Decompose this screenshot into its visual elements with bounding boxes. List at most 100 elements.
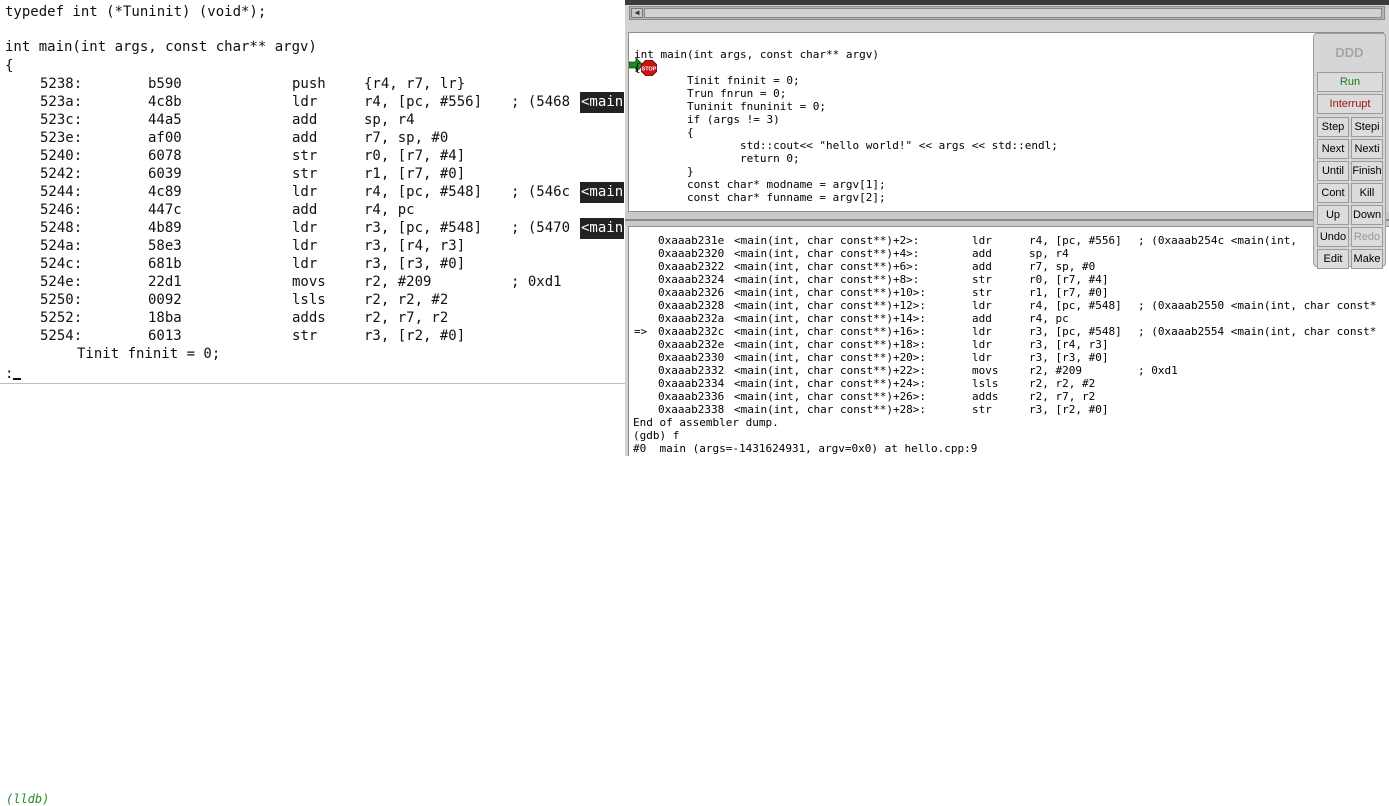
asm-addr: 0xaaab2338 bbox=[658, 403, 725, 416]
lldb-console[interactable]: (lldb) bbox=[0, 384, 625, 806]
step-button[interactable]: Step bbox=[1317, 117, 1349, 137]
asm-args: r4, [pc, #556] bbox=[1029, 234, 1122, 247]
horizontal-scrollbar[interactable]: ◀ bbox=[629, 6, 1385, 20]
machine-code-row: 0xaaab2338 <main(int, char const**)+28>: s… bbox=[632, 403, 1389, 416]
asm-args: r2, r2, #2 bbox=[1029, 377, 1096, 390]
terminal-prompt: : bbox=[5, 366, 14, 382]
asm-op: add bbox=[972, 312, 992, 325]
machine-code-row: 0xaaab2320 <main(int, char const**)+4>: ad… bbox=[632, 247, 1389, 260]
up-button[interactable]: Up bbox=[1317, 205, 1349, 225]
scrollbar-thumb[interactable] bbox=[644, 8, 1382, 18]
asm-func: <main(int, char const**)+18>: bbox=[734, 338, 927, 351]
asm-args: r1, [r7, #0] bbox=[1029, 286, 1109, 299]
asm-op: ldr bbox=[972, 338, 992, 351]
machine-code-and-console[interactable]: 0xaaab231e <main(int, char const**)+2>: ld… bbox=[628, 226, 1389, 456]
source-code-line: int main(int args, const char** argv) bbox=[634, 48, 880, 61]
asm-args: r4, [pc, #548] bbox=[1029, 299, 1122, 312]
asm-comment: ; 0xd1 bbox=[1138, 364, 1178, 377]
source-code-line: return 0; bbox=[634, 152, 800, 165]
machine-code-row: => 0xaaab232c <main(int, char const**)+16>… bbox=[632, 325, 1389, 338]
svg-text:STOP: STOP bbox=[642, 67, 657, 73]
source-code-line: Tinit fninit = 0; bbox=[634, 74, 800, 87]
asm-addr: 0xaaab232c bbox=[658, 325, 725, 338]
gdb-console-line: (gdb) f bbox=[633, 429, 680, 442]
asm-op: lsls bbox=[972, 377, 999, 390]
asm-args: sp, r4 bbox=[1029, 247, 1069, 260]
machine-code-row: 0xaaab232e <main(int, char const**)+18>: l… bbox=[632, 338, 1389, 351]
asm-func: <main(int, char const**)+8>: bbox=[734, 273, 920, 286]
asm-args: r3, [r3, #0] bbox=[1029, 351, 1109, 364]
asm-args: r4, pc bbox=[1029, 312, 1069, 325]
asm-args: r2, #209 bbox=[1029, 364, 1082, 377]
asm-comment: ; (0xaaab254c <main(int, bbox=[1138, 234, 1304, 247]
asm-func: <main(int, char const**)+22>: bbox=[734, 364, 927, 377]
scroll-left-arrow-icon[interactable]: ◀ bbox=[631, 8, 643, 18]
asm-func: <main(int, char const**)+16>: bbox=[734, 325, 927, 338]
asm-func: <main(int, char const**)+10>: bbox=[734, 286, 927, 299]
asm-addr: 0xaaab2332 bbox=[658, 364, 725, 377]
asm-func: <main(int, char const**)+4>: bbox=[734, 247, 920, 260]
window-top-edge bbox=[625, 0, 1389, 5]
machine-code-row: 0xaaab2322 <main(int, char const**)+6>: ad… bbox=[632, 260, 1389, 273]
terminal-cursor bbox=[13, 378, 21, 380]
source-code-line: { bbox=[634, 126, 694, 139]
asm-comment: ; (0xaaab2554 <main(int, char const* bbox=[1138, 325, 1377, 338]
edit-button[interactable]: Edit bbox=[1317, 249, 1349, 269]
source-view[interactable]: STOP int main(int args, const char** arg… bbox=[628, 32, 1384, 212]
machine-code-row: 0xaaab2328 <main(int, char const**)+12>: l… bbox=[632, 299, 1389, 312]
ddd-window: ◀ STOP int main(int args, const char** a… bbox=[625, 0, 1389, 456]
asm-addr: 0xaaab2326 bbox=[658, 286, 725, 299]
asm-addr: 0xaaab2320 bbox=[658, 247, 725, 260]
source-code-line: { bbox=[634, 61, 641, 74]
source-code-line: Tuninit fnuninit = 0; bbox=[634, 100, 827, 113]
machine-code-row: 0xaaab2326 <main(int, char const**)+10>: s… bbox=[632, 286, 1389, 299]
asm-func: <main(int, char const**)+26>: bbox=[734, 390, 927, 403]
asm-args: r3, [pc, #548] bbox=[1029, 325, 1122, 338]
asm-func: <main(int, char const**)+24>: bbox=[734, 377, 927, 390]
asm-op: str bbox=[972, 273, 992, 286]
asm-addr: 0xaaab2324 bbox=[658, 273, 725, 286]
asm-op: str bbox=[972, 403, 992, 416]
header-line: typedef int (*Tuninit) (void*); bbox=[5, 4, 267, 20]
asm-addr: 0xaaab2330 bbox=[658, 351, 725, 364]
header-line: int main(int args, const char** argv) bbox=[5, 39, 317, 55]
kill-button[interactable]: Kill bbox=[1351, 183, 1383, 203]
down-button[interactable]: Down bbox=[1351, 205, 1383, 225]
machine-code-row: 0xaaab2324 <main(int, char const**)+8>: st… bbox=[632, 273, 1389, 286]
nexti-button[interactable]: Nexti bbox=[1351, 139, 1383, 159]
asm-op: str bbox=[972, 286, 992, 299]
disasm-addr: 5254: bbox=[40, 328, 83, 344]
command-tool-title: DDD bbox=[1335, 45, 1364, 60]
asm-addr: 0xaaab2334 bbox=[658, 377, 725, 390]
asm-args: r2, r7, r2 bbox=[1029, 390, 1096, 403]
asm-func: <main(int, char const**)+12>: bbox=[734, 299, 927, 312]
asm-op: movs bbox=[972, 364, 999, 377]
asm-op: ldr bbox=[972, 234, 992, 247]
disasm-op: str bbox=[292, 328, 318, 344]
gdb-console-line: #0 main (args=-1431624931, argv=0x0) at … bbox=[633, 442, 978, 455]
source-line: Tinit fninit = 0; bbox=[77, 346, 221, 362]
finish-button[interactable]: Finish bbox=[1351, 161, 1383, 181]
run-button[interactable]: Run bbox=[1317, 72, 1383, 92]
objdump-terminal[interactable]: typedef int (*Tuninit) (void*); int main… bbox=[0, 0, 626, 384]
asm-op: ldr bbox=[972, 351, 992, 364]
interrupt-button[interactable]: Interrupt bbox=[1317, 94, 1383, 114]
undo-button[interactable]: Undo bbox=[1317, 227, 1349, 247]
asm-op: adds bbox=[972, 390, 999, 403]
machine-code-row: 0xaaab2332 <main(int, char const**)+22>: m… bbox=[632, 364, 1389, 377]
asm-func: <main(int, char const**)+20>: bbox=[734, 351, 927, 364]
asm-func: <main(int, char const**)+6>: bbox=[734, 260, 920, 273]
stepi-button[interactable]: Stepi bbox=[1351, 117, 1383, 137]
asm-args: r7, sp, #0 bbox=[1029, 260, 1096, 273]
asm-op: add bbox=[972, 247, 992, 260]
asm-func: <main(int, char const**)+28>: bbox=[734, 403, 927, 416]
make-button[interactable]: Make bbox=[1351, 249, 1383, 269]
next-button[interactable]: Next bbox=[1317, 139, 1349, 159]
source-code-line: const char* modname = argv[1]; bbox=[634, 178, 886, 191]
asm-addr: 0xaaab232e bbox=[658, 338, 725, 351]
lldb-prompt: (lldb) bbox=[6, 792, 50, 806]
source-code-line: std::cout<< "hello world!" << args << st… bbox=[634, 139, 1058, 152]
cont-button[interactable]: Cont bbox=[1317, 183, 1349, 203]
redo-button[interactable]: Redo bbox=[1351, 227, 1383, 247]
until-button[interactable]: Until bbox=[1317, 161, 1349, 181]
